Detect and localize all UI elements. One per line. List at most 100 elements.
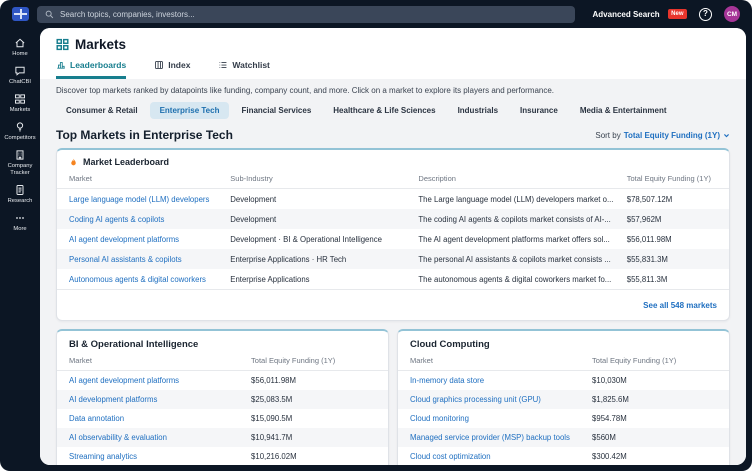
table-row: Data annotation $15,090.5M [57, 409, 388, 428]
column-header-market: Market [398, 354, 580, 371]
top-bar: Advanced Search New ? CM [0, 0, 752, 28]
market-link[interactable]: AI agent development platforms [69, 376, 179, 385]
chip-enterprise-tech[interactable]: Enterprise Tech [150, 102, 230, 119]
column-header-sub-industry: Sub-Industry [218, 172, 406, 189]
funding-cell: $56,011.98M [615, 229, 729, 249]
funding-cell: $560M [580, 428, 729, 447]
market-link[interactable]: Cloud cost optimization [410, 452, 491, 461]
home-icon [14, 37, 26, 49]
market-link[interactable]: In-memory data store [410, 376, 484, 385]
market-link[interactable]: AI observability & evaluation [69, 433, 167, 442]
funding-cell: $57,962M [615, 209, 729, 229]
advanced-search-link[interactable]: Advanced Search [593, 10, 660, 19]
table-row: Personal AI assistants & copilots Enterp… [57, 249, 729, 269]
sub-industry-cell: Enterprise Applications · HR Tech [218, 249, 406, 269]
description-cell: The autonomous agents & digital coworker… [406, 269, 614, 289]
column-header-market: Market [57, 354, 239, 371]
sub-industry-cell: Development · BI & Operational Intellige… [218, 229, 406, 249]
new-badge: New [668, 9, 687, 19]
funding-cell: $25,083.5M [239, 390, 388, 409]
card-header-row: Market Total Equity Funding (1Y) [57, 354, 388, 371]
funding-cell: $10,941.7M [239, 428, 388, 447]
sidebar-item-more[interactable]: More [0, 212, 40, 233]
table-row: AI observability & evaluation $10,941.7M [57, 428, 388, 447]
page-body: Discover top markets ranked by datapoint… [40, 79, 746, 465]
tab-index[interactable]: Index [154, 60, 190, 79]
market-link[interactable]: Managed service provider (MSP) backup to… [410, 433, 570, 442]
funding-cell: $300.42M [580, 447, 729, 465]
sidebar-item-home[interactable]: Home [0, 37, 40, 58]
sub-industry-cell: Development [218, 209, 406, 229]
column-header-funding: Total Equity Funding (1Y) [580, 354, 729, 371]
sort-by-value: Total Equity Funding (1Y) [624, 131, 720, 140]
funding-cell: $55,811.3M [615, 269, 729, 289]
leaderboard-title: Market Leaderboard [83, 157, 169, 167]
market-link[interactable]: Streaming analytics [69, 452, 137, 461]
market-link[interactable]: Personal AI assistants & copilots [69, 255, 182, 264]
watchlist-icon [218, 60, 228, 70]
cbinsights-logo-icon[interactable] [12, 7, 29, 21]
card-header-row: Market Total Equity Funding (1Y) [398, 354, 729, 371]
funding-cell: $15,090.5M [239, 409, 388, 428]
help-button[interactable]: ? [699, 8, 712, 21]
leaderboard-icon [56, 60, 66, 70]
market-link[interactable]: Large language model (LLM) developers [69, 195, 209, 204]
sort-by-control[interactable]: Sort by Total Equity Funding (1Y) [595, 131, 730, 140]
chip-healthcare-life-sciences[interactable]: Healthcare & Life Sciences [323, 102, 445, 119]
chip-industrials[interactable]: Industrials [448, 102, 508, 119]
page-title: Markets [75, 37, 126, 52]
markets-page-icon [56, 38, 69, 51]
funding-cell: $1,825.6M [580, 390, 729, 409]
content-panel: Markets Leaderboards Index Watchlist Dis… [40, 28, 746, 465]
table-row: Cloud monitoring $954.78M [398, 409, 729, 428]
market-link[interactable]: Cloud graphics processing unit (GPU) [410, 395, 541, 404]
market-link[interactable]: Data annotation [69, 414, 124, 423]
search-input[interactable] [60, 10, 567, 19]
flame-icon [69, 158, 78, 167]
category-cards-row: BI & Operational Intelligence Market Tot… [56, 329, 730, 465]
market-link[interactable]: AI development platforms [69, 395, 157, 404]
funding-cell: $10,216.02M [239, 447, 388, 465]
global-search [37, 6, 575, 23]
funding-cell: $954.78M [580, 409, 729, 428]
tab-leaderboards[interactable]: Leaderboards [56, 60, 126, 79]
search-icon [45, 10, 54, 19]
chip-consumer-retail[interactable]: Consumer & Retail [56, 102, 148, 119]
sub-industry-cell: Enterprise Applications [218, 269, 406, 289]
market-link[interactable]: Autonomous agents & digital coworkers [69, 275, 206, 284]
document-icon [14, 184, 26, 196]
chip-media-entertainment[interactable]: Media & Entertainment [570, 102, 677, 119]
table-row: Autonomous agents & digital coworkers En… [57, 269, 729, 289]
sort-by-label: Sort by [595, 131, 620, 140]
competitors-icon [14, 121, 26, 133]
chip-insurance[interactable]: Insurance [510, 102, 568, 119]
see-all-markets-link[interactable]: See all 548 markets [643, 301, 717, 310]
table-row: Large language model (LLM) developers De… [57, 189, 729, 210]
table-row: Cloud graphics processing unit (GPU) $1,8… [398, 390, 729, 409]
column-header-description: Description [406, 172, 614, 189]
tab-watchlist[interactable]: Watchlist [218, 60, 269, 79]
table-row: AI agent development platforms$56,011.98… [57, 371, 388, 391]
market-link[interactable]: AI agent development platforms [69, 235, 179, 244]
column-header-funding: Total Equity Funding (1Y) [615, 172, 729, 189]
section-title: Top Markets in Enterprise Tech [56, 128, 233, 142]
cloud-computing-card: Cloud Computing Market Total Equity Fund… [397, 329, 730, 465]
table-row: In-memory data store$10,030M [398, 371, 729, 391]
market-link[interactable]: Cloud monitoring [410, 414, 469, 423]
tab-bar: Leaderboards Index Watchlist [56, 60, 730, 79]
chip-financial-services[interactable]: Financial Services [231, 102, 321, 119]
sidebar-item-company-tracker[interactable]: Company Tracker [0, 149, 40, 177]
sidebar-item-competitors[interactable]: Competitors [0, 121, 40, 142]
description-cell: The Large language model (LLM) developer… [406, 189, 614, 210]
description-cell: The AI agent development platforms marke… [406, 229, 614, 249]
avatar[interactable]: CM [724, 6, 740, 22]
column-header-funding: Total Equity Funding (1Y) [239, 354, 388, 371]
market-link[interactable]: Coding AI agents & copilots [69, 215, 164, 224]
description-cell: The personal AI assistants & copilots ma… [406, 249, 614, 269]
column-header-market: Market [57, 172, 218, 189]
card-title: BI & Operational Intelligence [69, 339, 198, 350]
sidebar-item-chatcbi[interactable]: ChatCBI [0, 65, 40, 86]
sidebar-item-research[interactable]: Research [0, 184, 40, 205]
sidebar-item-markets[interactable]: Markets [0, 93, 40, 114]
ellipsis-icon [14, 212, 26, 224]
